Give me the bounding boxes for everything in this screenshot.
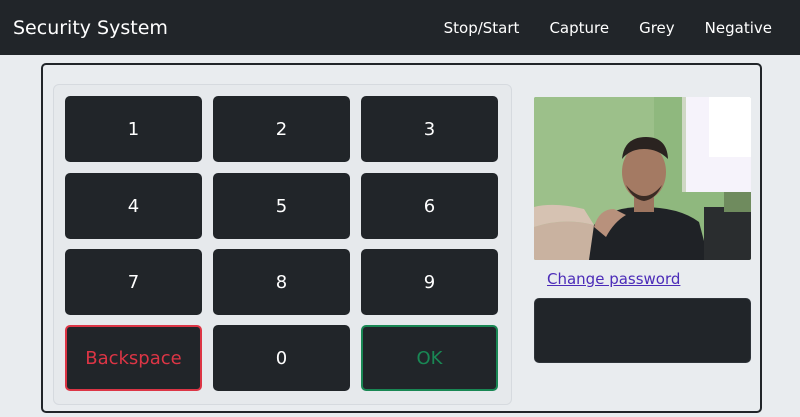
- nav-links: Stop/Start Capture Grey Negative: [429, 19, 787, 37]
- key-7[interactable]: 7: [65, 249, 202, 315]
- change-password-link[interactable]: Change password: [547, 270, 680, 288]
- webcam-image: [534, 97, 751, 260]
- ok-button[interactable]: OK: [361, 325, 498, 391]
- key-0[interactable]: 0: [213, 325, 350, 391]
- key-8[interactable]: 8: [213, 249, 350, 315]
- keypad: 1 2 3 4 5 6 7 8 9 Backspace 0 OK: [53, 84, 512, 405]
- navbar: Security System Stop/Start Capture Grey …: [0, 0, 800, 55]
- camera-feed: [534, 97, 751, 260]
- key-9[interactable]: 9: [361, 249, 498, 315]
- key-5[interactable]: 5: [213, 173, 350, 239]
- nav-stop-start[interactable]: Stop/Start: [429, 19, 535, 37]
- key-2[interactable]: 2: [213, 96, 350, 162]
- nav-negative[interactable]: Negative: [690, 19, 787, 37]
- security-panel: 1 2 3 4 5 6 7 8 9 Backspace 0 OK Change …: [41, 63, 762, 413]
- nav-capture[interactable]: Capture: [534, 19, 624, 37]
- key-1[interactable]: 1: [65, 96, 202, 162]
- key-6[interactable]: 6: [361, 173, 498, 239]
- backspace-button[interactable]: Backspace: [65, 325, 202, 391]
- key-3[interactable]: 3: [361, 96, 498, 162]
- key-4[interactable]: 4: [65, 173, 202, 239]
- app-brand[interactable]: Security System: [13, 17, 168, 39]
- status-display: [534, 298, 751, 363]
- nav-grey[interactable]: Grey: [624, 19, 690, 37]
